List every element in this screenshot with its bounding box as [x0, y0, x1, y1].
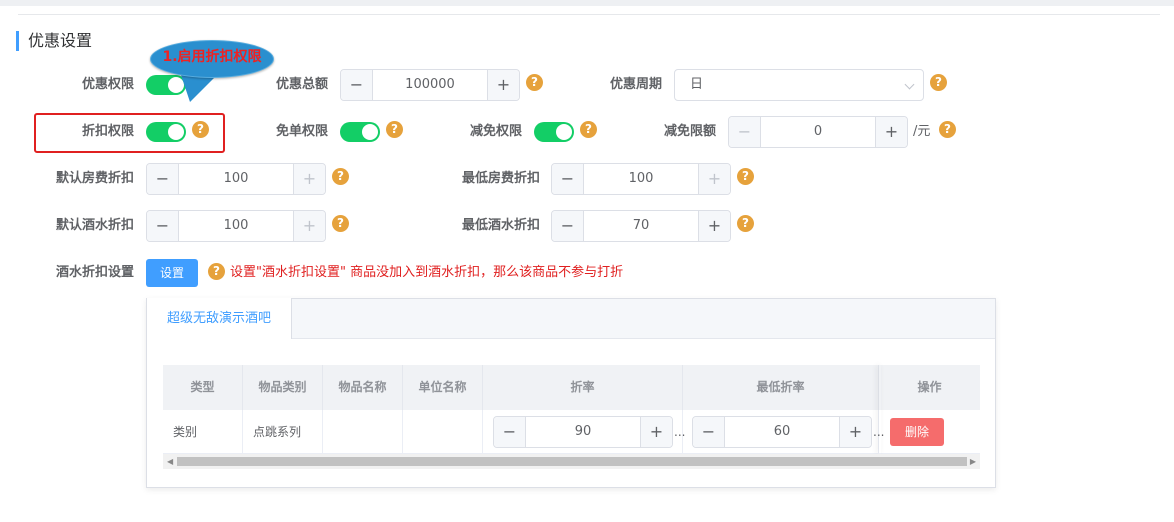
reduction-auth-label: 减免权限	[469, 124, 522, 139]
col-item-name: 物品名称	[323, 365, 403, 410]
header-divider	[18, 14, 1160, 15]
plus-icon[interactable]: +	[640, 417, 672, 447]
minus-icon[interactable]: −	[729, 117, 761, 147]
drink-discount-panel: 超级无敌演示酒吧 类型 物品类别 物品名称 单位名称 折率 最低折率 操作 类别…	[146, 298, 996, 488]
minus-icon[interactable]: −	[147, 164, 179, 194]
drink-discount-note: 设置"酒水折扣设置" 商品没加入到酒水折扣，那么该商品不参与打折	[230, 265, 624, 280]
rate-stepper[interactable]: − 90 +	[493, 416, 673, 448]
plus-icon[interactable]: +	[698, 211, 730, 241]
cell-min-rate: − 60 + ...	[683, 410, 884, 454]
reduction-limit-input[interactable]: 0	[761, 117, 875, 147]
discount-period-label: 优惠周期	[609, 77, 662, 92]
table-horizontal-scrollbar[interactable]: ◀ ▶	[163, 454, 980, 469]
discount-total-label: 优惠总额	[275, 77, 328, 92]
cell-type: 类别	[163, 410, 243, 454]
cell-category: 点跳系列	[243, 410, 323, 454]
cell-item-name	[323, 410, 403, 454]
col-min-rate: 最低折率	[683, 365, 879, 410]
col-type: 类型	[163, 365, 243, 410]
minus-icon[interactable]: −	[494, 417, 526, 447]
help-icon[interactable]: ?	[580, 121, 597, 138]
cell-unit-name	[403, 410, 483, 454]
tab-bar: 超级无敌演示酒吧	[146, 298, 995, 339]
minus-icon[interactable]: −	[693, 417, 725, 447]
rebate-auth-highlight	[34, 113, 225, 153]
plus-icon[interactable]: +	[487, 70, 519, 100]
col-action: 操作	[917, 380, 942, 394]
min-drink-discount-stepper[interactable]: − 70 +	[551, 210, 731, 242]
setting-button[interactable]: 设置	[146, 259, 199, 287]
min-drink-discount-input[interactable]: 70	[584, 211, 698, 241]
min-room-discount-input[interactable]: 100	[584, 164, 698, 194]
plus-icon[interactable]: +	[839, 417, 871, 447]
free-order-auth-toggle[interactable]	[340, 122, 380, 142]
help-icon[interactable]: ?	[930, 74, 947, 91]
plus-icon[interactable]: +	[875, 117, 907, 147]
table-row: 类别 点跳系列 − 90 + ... − 60 + ... 删除	[163, 410, 980, 454]
default-drink-discount-label: 默认酒水折扣	[55, 218, 134, 233]
help-icon[interactable]: ?	[386, 121, 403, 138]
plus-icon[interactable]: +	[293, 164, 325, 194]
help-icon[interactable]: ?	[737, 168, 754, 185]
help-icon[interactable]: ?	[332, 168, 349, 185]
reduction-limit-unit: /元	[913, 124, 931, 139]
delete-button[interactable]: 删除	[890, 418, 945, 446]
default-room-discount-input[interactable]: 100	[179, 164, 293, 194]
reduction-auth-toggle[interactable]	[534, 122, 574, 142]
col-unit-name: 单位名称	[403, 365, 483, 410]
callout-text: 1.启用折扣权限	[162, 49, 262, 65]
help-icon[interactable]: ?	[737, 215, 754, 232]
scroll-right-icon[interactable]: ▶	[970, 457, 976, 466]
discount-total-input[interactable]: 100000	[373, 70, 487, 100]
fixed-column-shadow	[879, 365, 881, 454]
plus-icon[interactable]: +	[293, 211, 325, 241]
discount-period-value: 日	[690, 77, 704, 92]
rate-input[interactable]: 90	[526, 417, 640, 447]
default-room-discount-label: 默认房费折扣	[55, 171, 134, 186]
toggle-knob	[362, 124, 378, 140]
reduction-limit-stepper[interactable]: − 0 +	[728, 116, 908, 148]
default-drink-discount-input[interactable]: 100	[179, 211, 293, 241]
minus-icon[interactable]: −	[552, 211, 584, 241]
help-icon[interactable]: ?	[332, 215, 349, 232]
min-room-discount-stepper[interactable]: − 100 +	[551, 163, 731, 195]
default-drink-discount-stepper[interactable]: − 100 +	[146, 210, 326, 242]
min-rate-input[interactable]: 60	[725, 417, 839, 447]
section-title: 优惠设置	[16, 31, 92, 51]
discount-auth-label: 优惠权限	[81, 77, 134, 92]
top-bar	[0, 0, 1174, 6]
default-room-discount-stepper[interactable]: − 100 +	[146, 163, 326, 195]
minus-icon[interactable]: −	[552, 164, 584, 194]
help-icon[interactable]: ?	[208, 263, 225, 280]
discount-total-stepper[interactable]: − 100000 +	[340, 69, 520, 101]
min-rate-stepper[interactable]: − 60 +	[692, 416, 872, 448]
help-icon[interactable]: ?	[526, 74, 543, 91]
discount-period-select[interactable]: 日	[674, 69, 924, 101]
chevron-down-icon	[904, 79, 915, 90]
min-drink-discount-label: 最低酒水折扣	[461, 218, 540, 233]
free-order-auth-label: 免单权限	[275, 124, 328, 139]
cell-rate: − 90 + ...	[483, 410, 685, 454]
scroll-left-icon[interactable]: ◀	[167, 457, 173, 466]
minus-icon[interactable]: −	[147, 211, 179, 241]
tab-bar-venue[interactable]: 超级无敌演示酒吧	[146, 298, 293, 339]
toggle-knob	[556, 124, 572, 140]
min-room-discount-label: 最低房费折扣	[461, 171, 540, 186]
col-category: 物品类别	[243, 365, 323, 410]
plus-icon[interactable]: +	[698, 164, 730, 194]
help-icon[interactable]: ?	[939, 121, 956, 138]
col-rate: 折率	[483, 365, 683, 410]
table-header: 类型 物品类别 物品名称 单位名称 折率 最低折率 操作	[163, 365, 980, 410]
minus-icon[interactable]: −	[341, 70, 373, 100]
drink-discount-setting-label: 酒水折扣设置	[55, 265, 134, 280]
scrollbar-thumb[interactable]	[177, 457, 967, 466]
cell-action: 删除	[879, 410, 980, 454]
reduction-limit-label: 减免限额	[663, 124, 716, 139]
